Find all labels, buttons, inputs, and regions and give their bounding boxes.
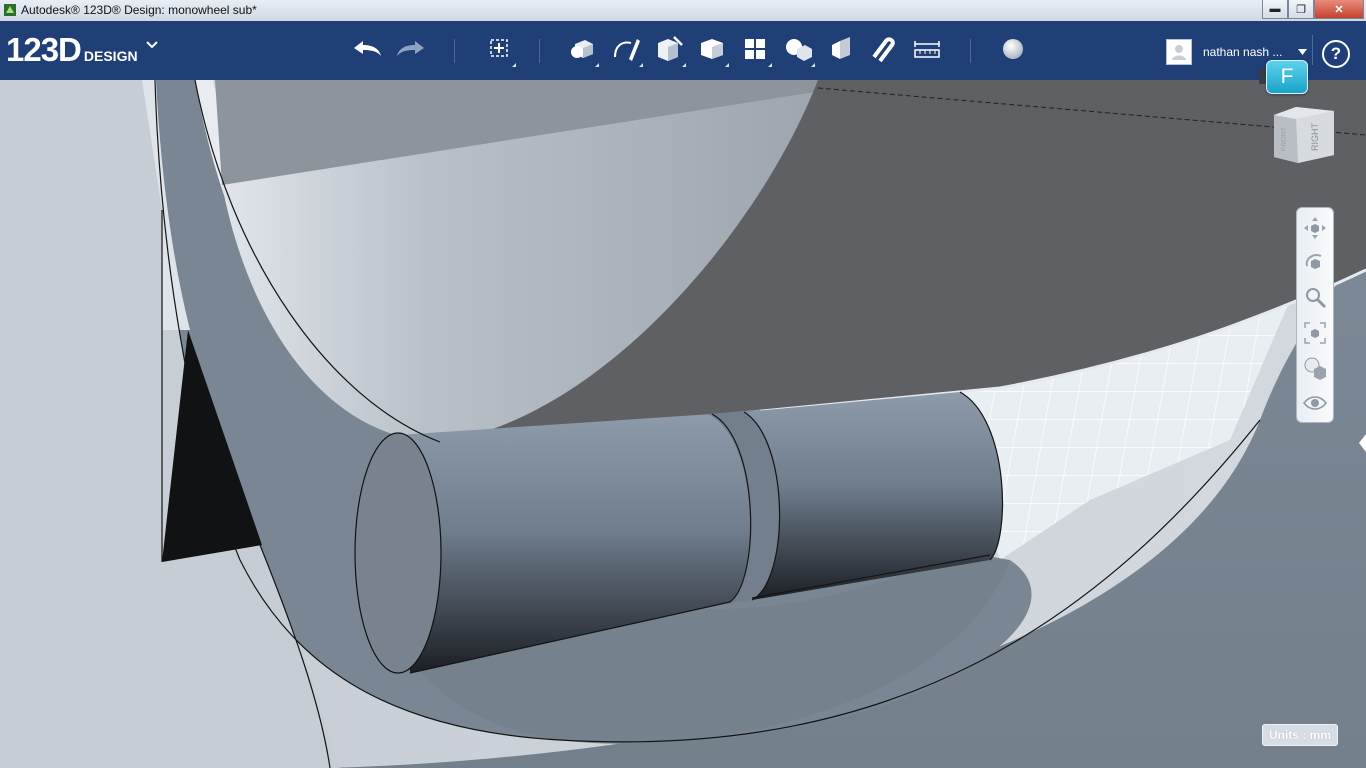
construct-button[interactable]	[652, 31, 686, 67]
app-menu-logo[interactable]: 123D DESIGN	[6, 31, 138, 69]
undo-icon	[354, 41, 381, 56]
material-sphere-icon	[1003, 39, 1023, 59]
help-button[interactable]: ?	[1322, 40, 1350, 68]
transform-icon	[490, 39, 508, 57]
fit-button[interactable]	[1301, 319, 1329, 347]
zoom-button[interactable]	[1301, 284, 1329, 312]
material-button[interactable]	[996, 31, 1030, 67]
grouping-button[interactable]	[781, 31, 815, 67]
modify-icon	[701, 39, 723, 59]
3d-viewport[interactable]	[0, 80, 1366, 768]
pattern-icon	[745, 39, 765, 59]
measure-icon	[914, 41, 940, 58]
maximize-button[interactable]: ❐	[1288, 0, 1314, 19]
transform-button[interactable]	[482, 31, 516, 67]
caret-down-icon[interactable]	[1298, 49, 1307, 55]
zoom-icon	[1306, 288, 1327, 309]
snap-button[interactable]	[866, 31, 900, 67]
model-scene	[0, 80, 1366, 768]
sketch-icon	[614, 39, 640, 61]
logo-subtext: DESIGN	[83, 48, 138, 64]
orbit-button[interactable]	[1301, 249, 1329, 277]
pan-icon	[1304, 217, 1326, 239]
view-cube-face-label: RIGHT	[1310, 123, 1320, 152]
view-mode-button[interactable]	[1301, 354, 1329, 382]
fit-icon	[1304, 322, 1326, 344]
title-bar: Autodesk® 123D® Design: monowheel sub* ▬…	[0, 0, 1366, 22]
user-name[interactable]: nathan nash ...	[1203, 45, 1282, 59]
view-cube-side-label: FRONT	[1281, 126, 1288, 151]
visibility-button[interactable]	[1301, 389, 1329, 417]
snap-icon	[872, 37, 895, 63]
toolbar-separator	[454, 39, 455, 63]
construct-icon	[658, 36, 683, 61]
undo-button[interactable]	[350, 31, 384, 67]
main-toolbar: 123D DESIGN nathan nash ... ?	[0, 21, 1366, 80]
grouping-icon	[786, 39, 812, 61]
panel-toggle[interactable]	[1259, 68, 1266, 84]
close-button[interactable]: ✕	[1314, 0, 1364, 19]
window-title: Autodesk® 123D® Design: monowheel sub*	[21, 3, 257, 17]
toolbar-separator	[539, 39, 540, 63]
app-icon	[4, 4, 16, 16]
view-cube[interactable]: RIGHT FRONT	[1270, 105, 1338, 167]
units-indicator[interactable]: Units : mm	[1262, 724, 1338, 746]
sketch-button[interactable]	[609, 31, 643, 67]
pattern-button[interactable]	[738, 31, 772, 67]
modify-button[interactable]	[695, 31, 729, 67]
redo-button[interactable]	[394, 31, 428, 67]
redo-icon	[397, 41, 424, 56]
orbit-icon	[1305, 254, 1322, 269]
pan-button[interactable]	[1301, 214, 1329, 242]
primitives-button[interactable]	[565, 31, 599, 67]
measure-button[interactable]	[910, 31, 944, 67]
combine-icon	[832, 37, 850, 59]
primitives-icon	[571, 40, 593, 58]
toolbar-separator	[970, 39, 971, 63]
toolbar-separator	[1312, 35, 1313, 65]
user-icon	[1172, 45, 1186, 60]
feedback-badge[interactable]: F	[1266, 60, 1308, 94]
minimize-button[interactable]: ▬	[1262, 0, 1288, 19]
logo-text: 123D	[6, 31, 82, 68]
chevron-down-icon[interactable]	[146, 41, 158, 49]
user-avatar[interactable]	[1166, 39, 1192, 65]
collapse-panel-tab[interactable]	[1357, 430, 1366, 456]
combine-button[interactable]	[824, 31, 858, 67]
view-mode-icon	[1304, 357, 1326, 380]
navigation-bar	[1296, 207, 1334, 423]
visibility-icon	[1303, 396, 1327, 410]
